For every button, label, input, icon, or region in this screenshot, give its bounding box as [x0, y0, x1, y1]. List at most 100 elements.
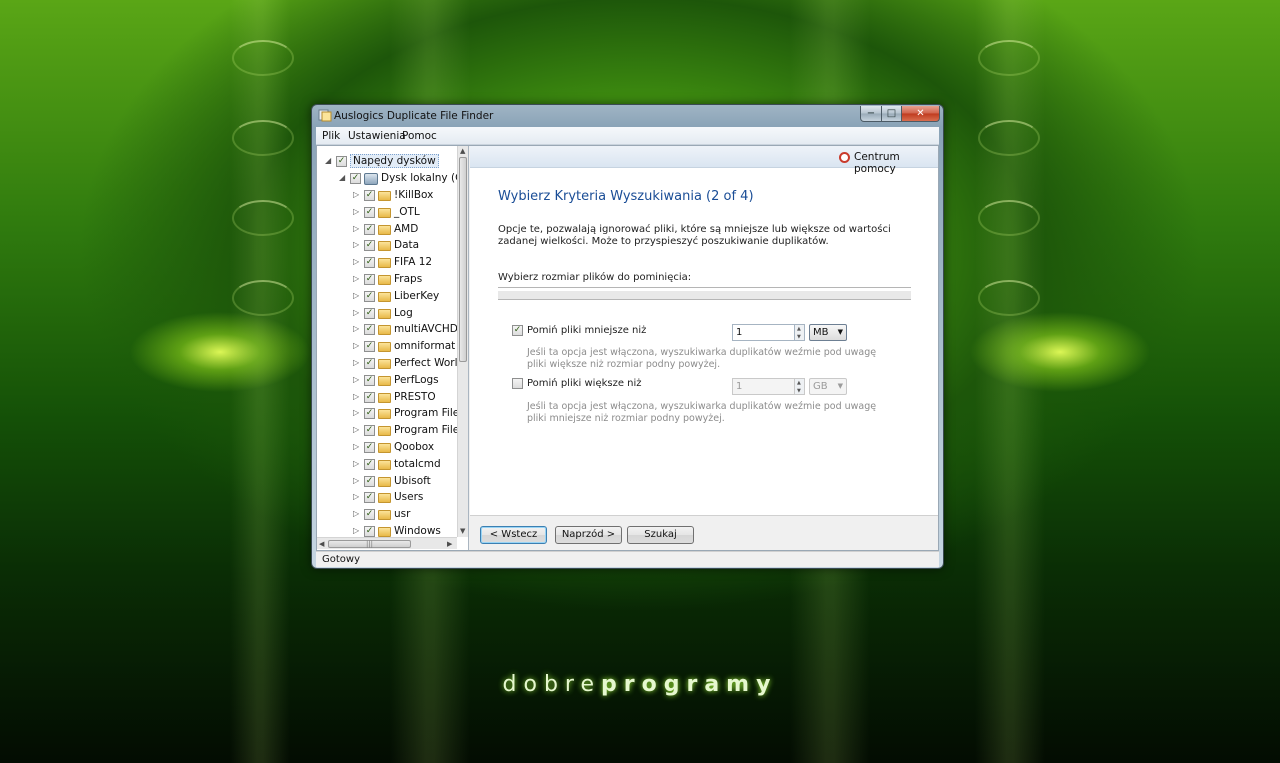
tree-checkbox[interactable]: ✓	[364, 324, 375, 336]
close-button[interactable]: ✕	[901, 106, 940, 122]
tree-item[interactable]: ▷ ✓ Fraps	[317, 272, 467, 288]
spin-down-icon[interactable]: ▼	[797, 388, 801, 394]
tree-item[interactable]: ▷ ✓ Users	[317, 490, 467, 506]
tree-checkbox[interactable]: ✓	[364, 458, 375, 470]
collapse-arrow-icon[interactable]: ◢	[325, 156, 333, 165]
scroll-up-arrow-icon[interactable]: ▲	[460, 147, 465, 155]
tree-item[interactable]: ▷ ✓ multiAVCHD	[317, 322, 467, 338]
tree-item[interactable]: ◢ ✓ Dysk lokalny (C:)	[317, 171, 468, 187]
tree-item[interactable]: ▷ ✓ omniformat	[317, 339, 467, 355]
tree-item[interactable]: ▷ ✓ totalcmd	[317, 457, 467, 473]
tree-checkbox[interactable]: ✓	[364, 526, 375, 537]
tree-checkbox[interactable]: ✓	[364, 475, 375, 487]
tree-item[interactable]: ▷✓Program Files (x	[317, 423, 468, 439]
scroll-right-arrow-icon[interactable]: ▶	[447, 540, 452, 548]
menu-help[interactable]: Pomoc	[402, 130, 437, 142]
skip-smaller-unit-select[interactable]: MB ▼	[809, 324, 847, 341]
tree-checkbox[interactable]: ✓	[364, 206, 375, 218]
spin-down-icon[interactable]: ▼	[797, 334, 801, 340]
tree-item[interactable]: ▷ ✓ Qoobox	[317, 440, 467, 456]
expand-arrow-icon[interactable]: ▷	[353, 476, 361, 485]
expand-arrow-icon[interactable]: ▷	[353, 459, 361, 468]
expand-arrow-icon[interactable]: ▷	[353, 257, 361, 266]
check-mark-icon: ✓	[365, 358, 374, 368]
expand-arrow-icon[interactable]: ▷	[353, 190, 361, 199]
tree-item[interactable]: ▷✓Perfect World Er	[317, 356, 468, 372]
scroll-left-arrow-icon[interactable]: ◀	[319, 540, 324, 548]
tree-checkbox[interactable]: ✓	[364, 442, 375, 453]
tree-checkbox[interactable]: ✓	[350, 173, 361, 184]
tree-item[interactable]: ▷ ✓ LiberKey	[317, 289, 467, 305]
tree-item[interactable]: ▷ ✓ Data	[317, 238, 467, 254]
skip-larger-size-input[interactable]: 1	[732, 378, 796, 395]
tree-item[interactable]: ▷ ✓ usr	[317, 507, 467, 523]
tree-checkbox[interactable]: ✓	[364, 257, 375, 269]
tree-horizontal-scrollbar[interactable]: ◀ ||| ▶	[317, 537, 457, 549]
tree-item[interactable]: ▷ ✓ PerfLogs	[317, 373, 467, 389]
tree-checkbox[interactable]: ✓	[336, 156, 347, 167]
tree-checkbox[interactable]: ✓	[364, 509, 375, 521]
tree-checkbox[interactable]: ✓	[364, 223, 375, 235]
back-button[interactable]: < Wstecz	[480, 526, 547, 544]
skip-larger-spinner[interactable]: ▲ ▼	[794, 378, 805, 395]
skip-larger-unit-select[interactable]: GB ▼	[809, 378, 847, 395]
tree-vertical-scrollbar[interactable]: ▲ ▼	[457, 146, 468, 537]
tree-horizontal-thumb[interactable]: |||	[328, 540, 411, 548]
tree-checkbox[interactable]: ✓	[364, 374, 375, 386]
title-bar[interactable]: Auslogics Duplicate File Finder − □ ✕	[312, 105, 943, 127]
minimize-button[interactable]: −	[860, 106, 882, 122]
maximize-button[interactable]: □	[881, 106, 902, 122]
spin-up-icon[interactable]: ▲	[797, 326, 801, 332]
expand-arrow-icon[interactable]: ▷	[353, 442, 361, 451]
menu-settings[interactable]: Ustawienia	[348, 130, 406, 142]
tree-checkbox[interactable]: ✓	[364, 358, 375, 369]
expand-arrow-icon[interactable]: ▷	[353, 425, 361, 434]
search-button[interactable]: Szukaj	[627, 526, 694, 544]
tree-item[interactable]: ▷ ✓ Ubisoft	[317, 474, 467, 490]
tree-item[interactable]: ▷ ✓ FIFA 12	[317, 255, 467, 271]
expand-arrow-icon[interactable]: ▷	[353, 224, 361, 233]
tree-item[interactable]: ▷ ✓ PRESTO	[317, 390, 467, 406]
tree-checkbox[interactable]: ✓	[364, 274, 375, 285]
tree-checkbox[interactable]: ✓	[364, 341, 375, 353]
tree-checkbox[interactable]: ✓	[364, 391, 375, 403]
tree-checkbox[interactable]: ✓	[364, 492, 375, 504]
tree-item[interactable]: ▷ ✓ !KillBox	[317, 188, 467, 204]
tree-checkbox[interactable]: ✓	[364, 307, 375, 319]
expand-arrow-icon[interactable]: ▷	[353, 375, 361, 384]
expand-arrow-icon[interactable]: ▷	[353, 308, 361, 317]
expand-arrow-icon[interactable]: ▷	[353, 509, 361, 518]
tree-checkbox[interactable]: ✓	[364, 190, 375, 201]
tree-vertical-thumb[interactable]	[459, 157, 467, 362]
skip-smaller-spinner[interactable]: ▲ ▼	[794, 324, 805, 341]
expand-arrow-icon[interactable]: ▷	[353, 240, 361, 249]
tree-checkbox[interactable]: ✓	[364, 425, 375, 437]
tree-item[interactable]: ◢ ✓ Napędy dysków	[317, 154, 467, 170]
tree-checkbox[interactable]: ✓	[364, 240, 375, 252]
tree-item[interactable]: ▷ ✓ Log	[317, 306, 467, 322]
expand-arrow-icon[interactable]: ▷	[353, 526, 361, 535]
expand-arrow-icon[interactable]: ▷	[353, 492, 361, 501]
tree-checkbox[interactable]: ✓	[364, 290, 375, 302]
skip-smaller-size-input[interactable]: 1	[732, 324, 796, 341]
spin-up-icon[interactable]: ▲	[797, 380, 801, 386]
expand-arrow-icon[interactable]: ▷	[353, 341, 361, 350]
expand-arrow-icon[interactable]: ▷	[353, 324, 361, 333]
expand-arrow-icon[interactable]: ▷	[353, 207, 361, 216]
skip-larger-checkbox[interactable]	[512, 378, 523, 389]
tree-item[interactable]: ▷ ✓ AMD	[317, 222, 467, 238]
menu-file[interactable]: Plik	[322, 130, 340, 142]
expand-arrow-icon[interactable]: ▷	[353, 358, 361, 367]
expand-arrow-icon[interactable]: ▷	[353, 274, 361, 283]
expand-arrow-icon[interactable]: ▷	[353, 408, 361, 417]
expand-arrow-icon[interactable]: ▷	[353, 291, 361, 300]
expand-arrow-icon[interactable]: ▷	[353, 392, 361, 401]
help-center-link[interactable]: Centrum pomocy	[854, 151, 938, 175]
tree-checkbox[interactable]: ✓	[364, 408, 375, 420]
scroll-down-arrow-icon[interactable]: ▼	[460, 527, 465, 535]
tree-item[interactable]: ▷ ✓ _OTL	[317, 205, 467, 221]
next-button[interactable]: Naprzód >	[555, 526, 622, 544]
tree-item[interactable]: ▷ ✓ Program Files	[317, 406, 467, 422]
skip-smaller-checkbox[interactable]: ✓	[512, 325, 523, 336]
collapse-arrow-icon[interactable]: ◢	[339, 173, 347, 182]
